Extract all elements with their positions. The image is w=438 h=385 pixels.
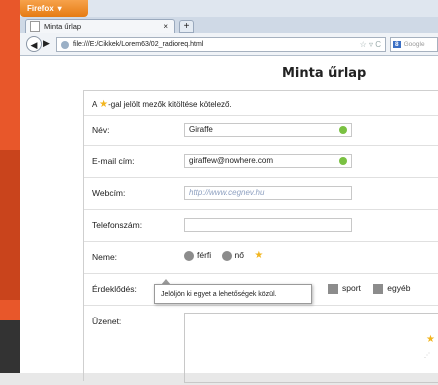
desktop-background-shade [0,150,20,300]
required-note-row: A ★-gal jelölt mezők kitöltése kötelező. [84,91,438,116]
radio-male-label: férfi [197,250,212,260]
tab-title: Minta űrlap [44,22,82,31]
email-input[interactable]: giraffew@nowhere.com [184,154,352,168]
back-button[interactable]: ◀ [26,36,42,52]
radio-button[interactable] [221,250,232,261]
search-placeholder: Google [403,41,425,48]
valid-check-icon [339,157,347,165]
form-row-web: Webcím: http://www.cegnev.hu [84,177,438,210]
form-row-name: Név: Giraffe [84,115,438,146]
page-title: Minta űrlap [282,66,367,81]
search-box[interactable]: 8 Google [390,37,438,52]
tab-bar: Minta űrlap × + [20,17,438,33]
interest-options: sport egyéb [328,283,410,294]
navigation-bar: ◀ ▶ file:///E:/Cikkek/Lorem63/02_radiore… [20,33,438,56]
name-input[interactable]: Giraffe [184,123,352,137]
page-content: Minta űrlap A ★-gal jelölt mezők kitölté… [20,56,438,383]
checkbox-other-label: egyéb [387,283,411,293]
form-table: A ★-gal jelölt mezők kitöltése kötelező.… [83,90,438,383]
checkbox[interactable] [373,283,384,294]
url-bar[interactable]: file:///E:/Cikkek/Lorem63/02_radioreq.ht… [56,37,386,52]
browser-window: Firefox ▾ Minta űrlap × + ◀ ▶ file:///E:… [20,0,438,383]
tooltip-text: Jelöljön ki egyet a lehetőségek közül. [161,290,277,298]
phone-input[interactable] [184,218,352,232]
checkbox-sport-label: sport [342,283,361,293]
message-label: Üzenet: [92,316,122,326]
star-icon: ★ [99,99,109,110]
web-label: Webcím: [92,188,126,198]
arrow-left-icon: ◀ [30,40,38,50]
firefox-menu-button[interactable]: Firefox ▾ [20,0,88,17]
dropdown-icon[interactable]: ▿ [369,40,373,49]
checkbox[interactable] [328,283,338,294]
radio-female-label: nő [234,250,245,260]
arrow-right-icon: ▶ [43,38,50,48]
form-row-message: Üzenet: ★ ⋰ [84,305,438,385]
gender-label: Neme: [92,252,118,262]
radio-female[interactable]: nő [221,250,245,261]
name-value: Giraffe [189,125,213,134]
globe-icon [61,40,69,49]
web-placeholder: http://www.cegnev.hu [189,188,265,197]
interest-label: Érdeklődés: [92,284,137,294]
star-icon: ★ [254,250,264,261]
reload-icon[interactable]: C [375,40,381,49]
checkbox-sport[interactable]: sport [328,283,361,294]
form-row-gender: Neme: férfi nő ★ [84,241,438,274]
note-suffix: -gal jelölt mezők kitöltése kötelező. [108,100,232,109]
valid-check-icon [339,126,347,134]
form-row-phone: Telefonszám: [84,209,438,242]
email-value: giraffew@nowhere.com [189,156,274,165]
gender-options: férfi nő ★ [184,250,263,261]
resize-handle-icon[interactable]: ⋰ [424,352,430,359]
email-label: E-mail cím: [92,156,135,166]
star-icon: ★ [426,334,435,345]
radio-button[interactable] [184,250,194,261]
radio-male[interactable]: férfi [184,250,212,261]
phone-label: Telefonszám: [92,220,143,230]
checkbox-other[interactable]: egyéb [373,283,411,294]
form-row-email: E-mail cím: giraffew@nowhere.com [84,145,438,178]
star-icon[interactable]: ☆ [360,40,367,49]
url-text: file:///E:/Cikkek/Lorem63/02_radioreq.ht… [73,41,204,48]
required-note: A ★-gal jelölt mezők kitöltése kötelező. [92,99,232,110]
close-icon[interactable]: × [163,22,168,31]
chevron-down-icon: ▾ [57,4,62,13]
new-tab-button[interactable]: + [179,20,194,33]
page-icon [30,21,40,32]
forward-button[interactable]: ▶ [43,38,50,49]
name-label: Név: [92,125,110,135]
url-actions: ☆ ▿ C [360,40,381,49]
web-input[interactable]: http://www.cegnev.hu [184,186,352,200]
firefox-menu-label: Firefox [27,4,54,13]
validation-tooltip: Jelöljön ki egyet a lehetőségek közül. [154,284,312,304]
tab-minta-urlap[interactable]: Minta űrlap × [25,19,175,33]
google-icon: 8 [393,41,401,48]
